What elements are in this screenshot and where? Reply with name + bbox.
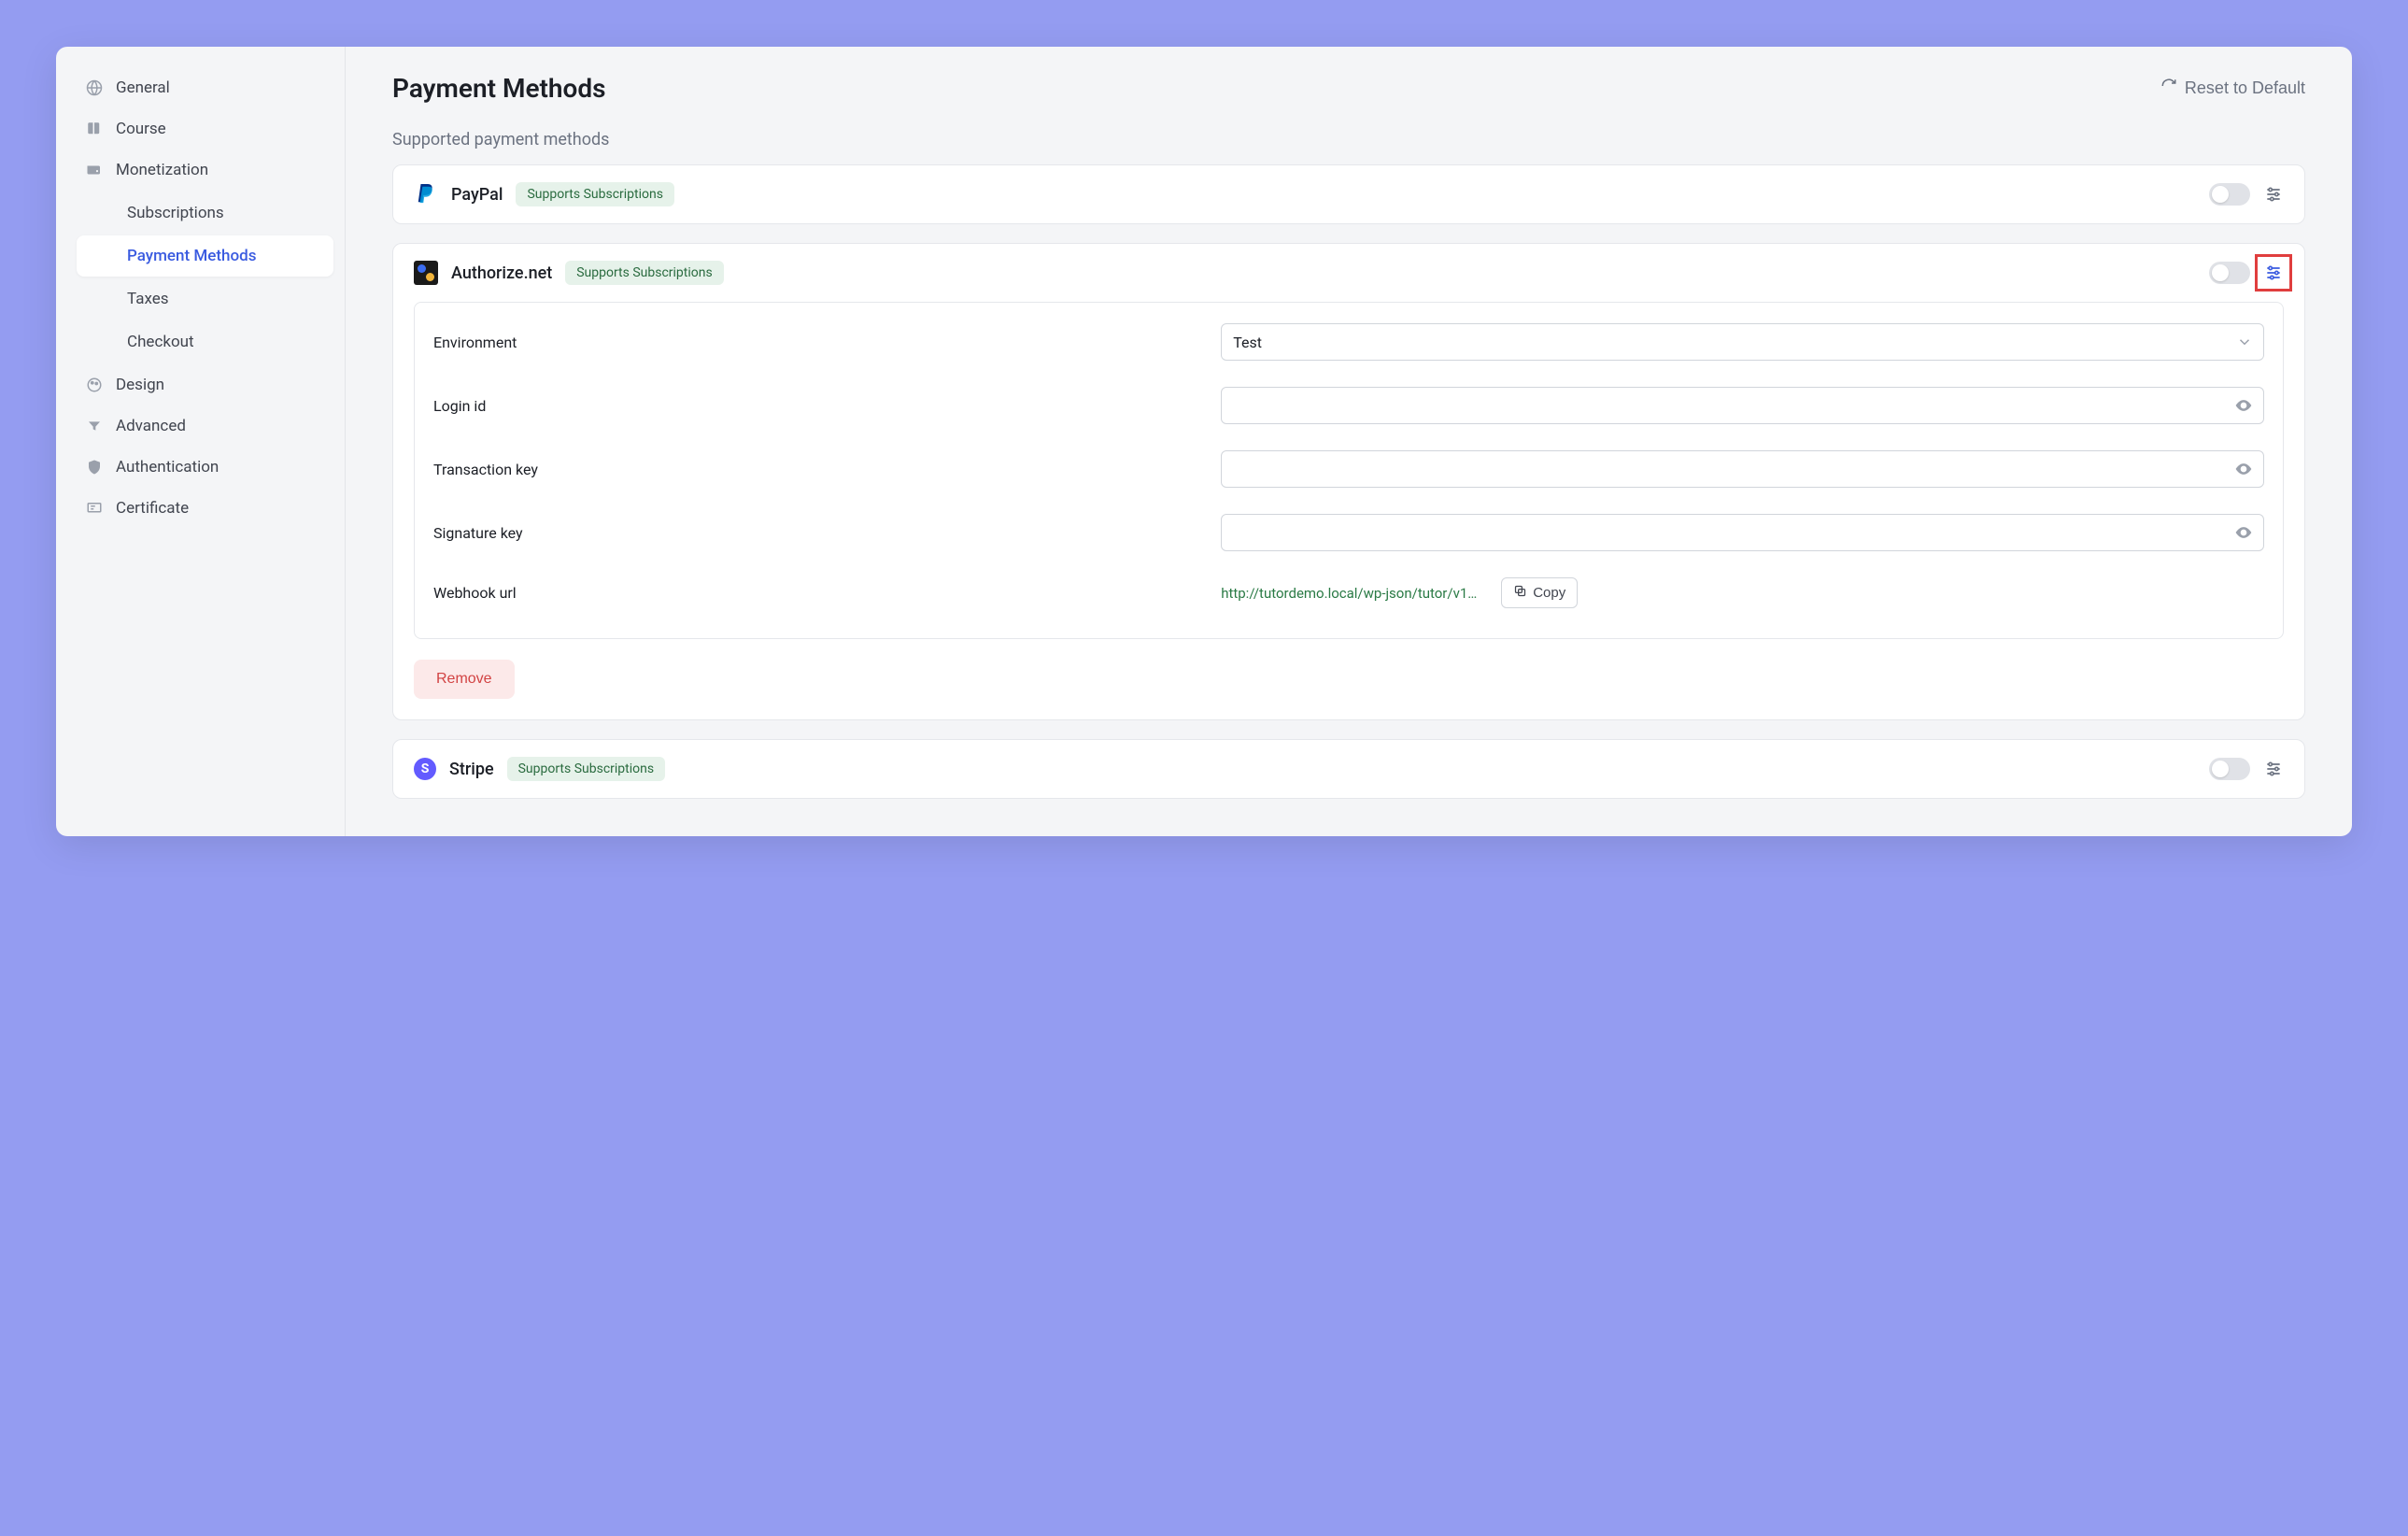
sidebar-item-course[interactable]: Course bbox=[56, 108, 345, 149]
reset-to-default-button[interactable]: Reset to Default bbox=[2160, 78, 2305, 99]
subscriptions-badge: Supports Subscriptions bbox=[516, 182, 673, 206]
stripe-logo-icon: S bbox=[414, 758, 436, 780]
sidebar-item-label: Authentication bbox=[116, 458, 219, 476]
sidebar-item-design[interactable]: Design bbox=[56, 364, 345, 405]
settings-sliders-icon[interactable] bbox=[2263, 184, 2284, 205]
payment-method-stripe: S Stripe Supports Subscriptions bbox=[392, 739, 2305, 799]
login-id-label: Login id bbox=[433, 397, 1202, 415]
enable-toggle[interactable] bbox=[2209, 758, 2250, 780]
refresh-icon bbox=[2160, 78, 2177, 99]
environment-label: Environment bbox=[433, 334, 1202, 351]
sidebar-item-general[interactable]: General bbox=[56, 67, 345, 108]
subscriptions-badge: Supports Subscriptions bbox=[507, 757, 665, 781]
config-panel: Environment Test Login id bbox=[414, 302, 2284, 639]
sidebar-item-checkout[interactable]: Checkout bbox=[77, 321, 333, 363]
sidebar-item-label: General bbox=[116, 78, 170, 97]
method-name: Authorize.net bbox=[451, 263, 552, 283]
copy-button[interactable]: Copy bbox=[1501, 577, 1578, 608]
payment-method-paypal: PayPal Supports Subscriptions bbox=[392, 164, 2305, 224]
copy-icon bbox=[1513, 584, 1527, 602]
book-icon bbox=[86, 121, 103, 137]
settings-sliders-icon[interactable] bbox=[2263, 759, 2284, 779]
transaction-key-label: Transaction key bbox=[433, 461, 1202, 478]
sidebar-item-advanced[interactable]: Advanced bbox=[56, 405, 345, 447]
login-id-input[interactable] bbox=[1221, 387, 2264, 424]
chevron-down-icon bbox=[2236, 334, 2253, 350]
sidebar-item-subscriptions[interactable]: Subscriptions bbox=[77, 192, 333, 234]
eye-icon[interactable] bbox=[2234, 460, 2253, 478]
transaction-key-input[interactable] bbox=[1221, 450, 2264, 488]
method-header: S Stripe Supports Subscriptions bbox=[393, 740, 2304, 798]
sidebar-item-label: Design bbox=[116, 376, 164, 394]
sidebar-item-label: Certificate bbox=[116, 499, 189, 518]
sidebar-item-authentication[interactable]: Authentication bbox=[56, 447, 345, 488]
copy-label: Copy bbox=[1533, 585, 1565, 601]
sidebar-item-monetization[interactable]: Monetization bbox=[56, 149, 345, 191]
sidebar-item-label: Course bbox=[116, 120, 166, 138]
enable-toggle[interactable] bbox=[2209, 183, 2250, 206]
sidebar-item-payment-methods[interactable]: Payment Methods bbox=[77, 235, 333, 277]
webhook-label: Webhook url bbox=[433, 584, 1202, 602]
method-header: Authorize.net Supports Subscriptions bbox=[393, 244, 2304, 302]
payment-method-authorize: Authorize.net Supports Subscriptions Env… bbox=[392, 243, 2305, 720]
sidebar: General Course Monetization Subscription… bbox=[56, 47, 346, 836]
section-subtitle: Supported payment methods bbox=[392, 130, 2305, 149]
sidebar-subitems-monetization: Subscriptions Payment Methods Taxes Chec… bbox=[65, 192, 345, 363]
eye-icon[interactable] bbox=[2234, 396, 2253, 415]
funnel-icon bbox=[86, 418, 103, 434]
sidebar-item-certificate[interactable]: Certificate bbox=[56, 488, 345, 529]
signature-key-label: Signature key bbox=[433, 524, 1202, 542]
shield-icon bbox=[86, 459, 103, 476]
paypal-logo-icon bbox=[414, 182, 438, 206]
globe-icon bbox=[86, 79, 103, 96]
page-title: Payment Methods bbox=[392, 73, 606, 104]
sidebar-item-label: Monetization bbox=[116, 161, 208, 179]
award-icon bbox=[86, 500, 103, 517]
settings-sliders-icon[interactable] bbox=[2263, 263, 2284, 283]
environment-value: Test bbox=[1233, 334, 1262, 351]
eye-icon[interactable] bbox=[2234, 523, 2253, 542]
subscriptions-badge: Supports Subscriptions bbox=[565, 261, 723, 285]
palette-icon bbox=[86, 377, 103, 393]
sidebar-item-taxes[interactable]: Taxes bbox=[77, 278, 333, 320]
main-content: Payment Methods Reset to Default Support… bbox=[346, 47, 2352, 836]
authorize-logo-icon bbox=[414, 261, 438, 285]
webhook-url: http://tutordemo.local/wp-json/tutor/v1/… bbox=[1221, 585, 1482, 602]
settings-panel: General Course Monetization Subscription… bbox=[56, 47, 2352, 836]
method-name: PayPal bbox=[451, 185, 503, 205]
enable-toggle[interactable] bbox=[2209, 262, 2250, 284]
main-header: Payment Methods Reset to Default bbox=[392, 73, 2305, 104]
method-header: PayPal Supports Subscriptions bbox=[393, 165, 2304, 223]
method-name: Stripe bbox=[449, 760, 494, 779]
reset-label: Reset to Default bbox=[2185, 78, 2305, 98]
remove-button[interactable]: Remove bbox=[414, 660, 515, 699]
wallet-icon bbox=[86, 162, 103, 178]
environment-select[interactable]: Test bbox=[1221, 323, 2264, 361]
sidebar-item-label: Advanced bbox=[116, 417, 186, 435]
signature-key-input[interactable] bbox=[1221, 514, 2264, 551]
